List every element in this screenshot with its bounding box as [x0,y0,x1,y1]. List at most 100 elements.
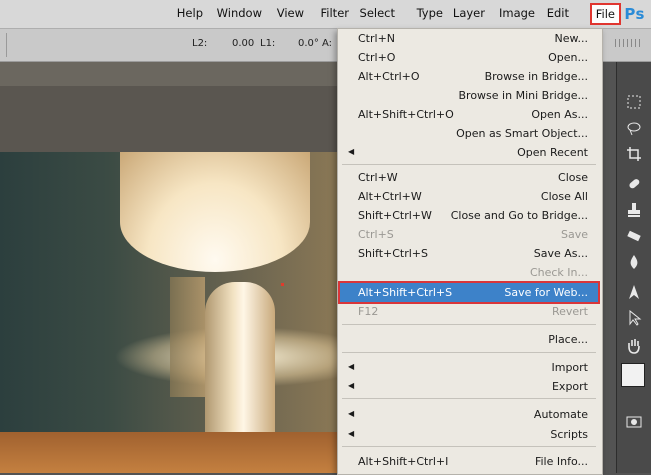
menu-item-save-as[interactable]: Save As... Shift+Ctrl+S [340,244,598,263]
menu-item-shortcut: Alt+Shift+Ctrl+O [358,108,454,121]
menu-item-label: New... [554,32,588,45]
menu-item-file-info[interactable]: File Info... Alt+Shift+Ctrl+I [340,452,598,471]
menu-item-label: Open As... [531,108,588,121]
menu-item-scripts[interactable]: ◀ Scripts [340,425,598,444]
menu-item-import[interactable]: ◀ Import [340,358,598,377]
tools-panel [616,62,651,473]
file-menu-dropdown: New... Ctrl+N Open... Ctrl+O Browse in B… [337,28,603,475]
menu-item-browse-in-mini-bridge[interactable]: Browse in Mini Bridge... [340,86,598,105]
menu-item-shortcut: Alt+Shift+Ctrl+I [358,455,449,468]
menu-item-place[interactable]: Place... [340,330,598,349]
menu-item-close-all[interactable]: Close All Alt+Ctrl+W [340,187,598,206]
menu-item-label: Save [560,228,588,241]
angle-label: A: [322,38,333,49]
menu-item-label: Browse in Bridge... [484,70,588,83]
menu-separator [342,164,596,165]
lamp-shade-image [120,152,310,272]
l2-label: L2: [192,38,208,49]
path-select-icon[interactable] [625,309,643,328]
menu-item-close[interactable]: Close Ctrl+W [340,168,598,187]
stamp-icon[interactable] [625,202,643,220]
angle-value: 0.0° [298,38,319,49]
menu-item-label: Save for Web... [504,286,588,299]
hand-icon[interactable] [625,338,643,356]
cursor-marker [281,283,284,286]
menu-item-label: Open as Smart Object... [456,127,588,140]
menu-item-open-as-smart-object[interactable]: Open as Smart Object... [340,124,598,143]
menu-item-open-as[interactable]: Open As... Alt+Shift+Ctrl+O [340,105,598,124]
menu-help[interactable]: Help [177,6,203,20]
menu-item-shortcut: F12 [358,305,379,318]
menu-item-open[interactable]: Open... Ctrl+O [340,48,598,67]
menu-item-new[interactable]: New... Ctrl+N [340,29,598,48]
menu-item-label: Open... [548,51,588,64]
menu-type[interactable]: Type [417,6,443,20]
healing-brush-icon[interactable] [625,176,643,194]
menu-item-automate[interactable]: ◀ Automate [340,405,598,424]
menu-item-shortcut: Ctrl+S [358,228,394,241]
marquee-icon[interactable] [625,94,643,112]
menu-item-label: Scripts [550,428,588,441]
menu-separator [342,324,596,325]
menu-item-label: Close [558,171,588,184]
menu-item-label: Open Recent [517,146,588,159]
menu-view[interactable]: View [277,6,304,20]
lasso-icon[interactable] [625,120,643,138]
blur-icon[interactable] [625,254,643,272]
crop-icon[interactable] [625,146,643,164]
menu-item-label: File Info... [534,455,588,468]
submenu-arrow-icon: ◀ [348,409,355,418]
menu-item-shortcut: Shift+Ctrl+W [358,209,432,222]
menu-item-label: Close and Go to Bridge... [450,209,588,222]
photoshop-logo: Ps [624,5,645,23]
menu-item-open-recent[interactable]: ◀ Open Recent [340,143,598,162]
menu-item-label: Check In... [529,266,588,279]
menu-item-save-for-web[interactable]: Save for Web... Alt+Shift+Ctrl+S [338,281,600,304]
menu-image[interactable]: Image [499,6,535,20]
submenu-arrow-icon: ◀ [348,381,355,390]
menu-item-shortcut: Ctrl+N [358,32,396,45]
lamp-stem-shadow-image [170,277,205,397]
menu-item-check-in: Check In... [340,263,598,282]
l1-value: 0.00 [232,38,255,49]
menu-item-browse-in-bridge[interactable]: Browse in Bridge... Alt+Ctrl+O [340,67,598,86]
menu-item-revert: Revert F12 [340,302,598,321]
menu-item-export[interactable]: ◀ Export [340,377,598,396]
submenu-arrow-icon: ◀ [348,429,355,438]
l1-label: L1: [260,38,276,49]
ruler-icon [615,39,641,47]
menu-item-label: Close All [540,190,588,203]
menu-item-label: Save As... [533,247,588,260]
menu-layer[interactable]: Layer [453,6,485,20]
menu-bar: Ps File Edit Image Layer Type Select Fil… [0,0,651,29]
quick-mask-icon[interactable] [625,414,643,432]
options-divider [6,33,7,57]
menu-item-shortcut: Alt+Ctrl+O [358,70,420,83]
menu-item-shortcut: Alt+Shift+Ctrl+S [358,286,453,299]
menu-item-label: Browse in Mini Bridge... [458,89,589,102]
menu-window[interactable]: Window [217,6,262,20]
menu-item-label: Revert [551,305,588,318]
menu-file[interactable]: File [589,3,621,25]
menu-item-shortcut: Alt+Ctrl+W [358,190,422,203]
menu-item-shortcut: Ctrl+O [358,51,396,64]
menu-separator [342,398,596,399]
menu-item-shortcut: Ctrl+W [358,171,398,184]
menu-item-shortcut: Shift+Ctrl+S [358,247,428,260]
menu-separator [342,352,596,353]
menu-item-label: Import [551,361,588,374]
menu-filter[interactable]: Filter [321,6,349,20]
menu-edit[interactable]: Edit [547,6,569,20]
foreground-color-swatch[interactable] [621,363,645,387]
menu-item-label: Place... [548,333,588,346]
submenu-arrow-icon: ◀ [348,362,355,371]
menu-separator [342,446,596,447]
pen-icon[interactable] [625,284,643,302]
menu-item-save: Save Ctrl+S [340,225,598,244]
submenu-arrow-icon: ◀ [348,147,355,156]
menu-item-label: Automate [533,408,588,421]
menu-item-label: Export [551,380,588,393]
menu-item-close-and-go-to-bridge[interactable]: Close and Go to Bridge... Shift+Ctrl+W [340,206,598,225]
menu-select[interactable]: Select [360,6,395,20]
eraser-icon[interactable] [625,228,643,246]
